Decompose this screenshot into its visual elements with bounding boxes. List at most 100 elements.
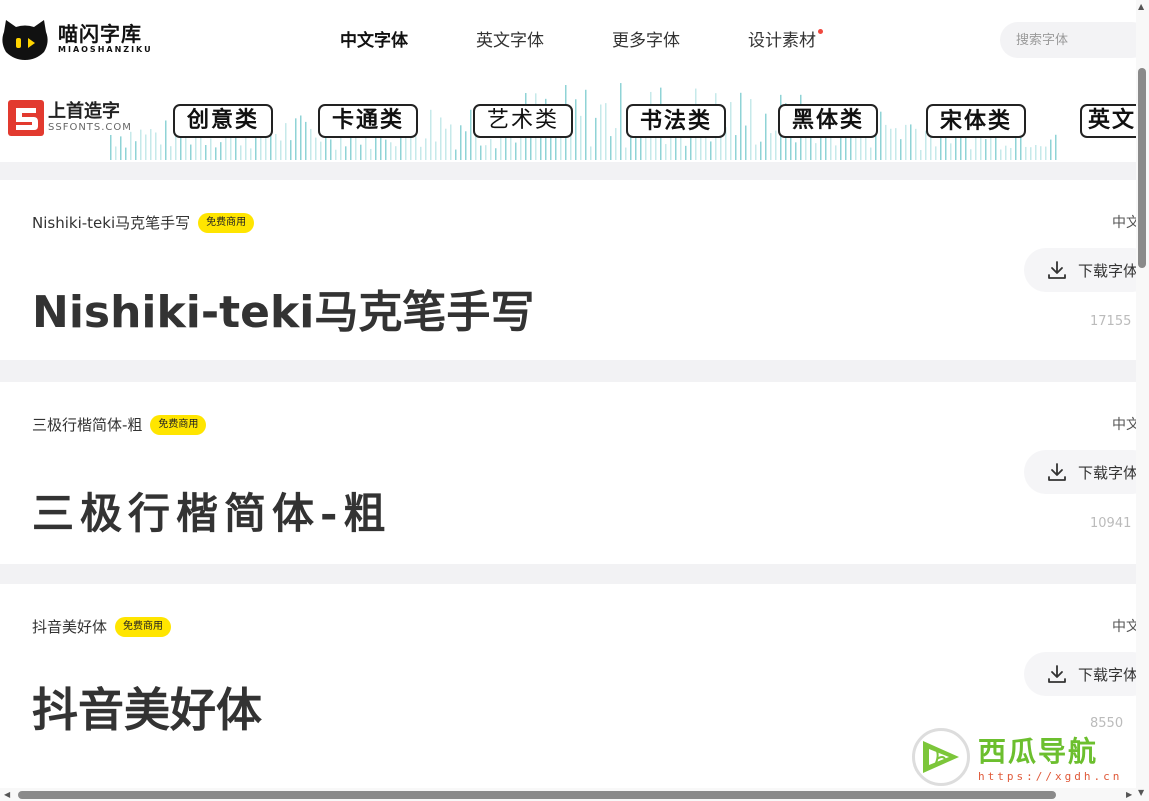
free-commercial-badge: 免费商用: [115, 616, 172, 637]
free-commercial-badge: 免费商用: [150, 414, 207, 435]
waveform-bar: [205, 145, 207, 160]
waveform-bar: [120, 136, 122, 160]
waveform-bar: [575, 99, 577, 160]
waveform-bar: [770, 133, 772, 160]
waveform-bar: [1045, 146, 1047, 160]
font-card[interactable]: Nishiki-teki马克笔手写 免费商用 Nishiki-teki马克笔手写…: [0, 180, 1149, 360]
category-creative[interactable]: 创意类: [173, 104, 273, 138]
waveform-bar: [150, 129, 152, 160]
ssfonts-logo[interactable]: 上首造字 SSFONTS.COM: [8, 100, 132, 136]
waveform-bar: [610, 136, 612, 160]
waveform-bar: [125, 147, 127, 160]
waveform-bar: [595, 117, 597, 160]
waveform-bar: [450, 124, 452, 160]
category-english[interactable]: 英文: [1080, 104, 1136, 138]
waveform-bar: [735, 135, 737, 160]
vertical-scrollbar[interactable]: ▲ ▼: [1136, 0, 1149, 801]
waveform-bar: [130, 131, 132, 160]
download-button[interactable]: 下载字体: [1024, 248, 1149, 292]
waveform-bar: [730, 102, 732, 160]
search-input[interactable]: [1000, 22, 1149, 58]
watermark-title: 西瓜导航: [978, 735, 1099, 768]
cat-logo-icon: [0, 18, 50, 60]
waveform-bar: [1010, 147, 1012, 160]
scroll-right-icon[interactable]: ▶: [1126, 790, 1132, 799]
waveform-bar: [220, 142, 222, 160]
download-icon: [1048, 665, 1066, 683]
waveform-bar: [750, 99, 752, 160]
category-calligraphy[interactable]: 书法类: [626, 104, 726, 138]
waveform-bar: [440, 117, 442, 160]
waveform-bar: [900, 139, 902, 160]
waveform-bar: [145, 134, 147, 160]
category-heiti[interactable]: 黑体类: [778, 104, 878, 138]
waveform-bar: [295, 118, 297, 160]
font-card[interactable]: 三极行楷简体-粗 免费商用 三极行楷简体-粗 中文 下载字体 10941: [0, 382, 1149, 564]
waveform-bar: [795, 142, 797, 160]
nav-english-fonts[interactable]: 英文字体: [476, 28, 544, 54]
waveform-bar: [890, 128, 892, 160]
nav-design-assets[interactable]: 设计素材: [748, 28, 823, 54]
download-button[interactable]: 下载字体: [1024, 652, 1149, 696]
category-art[interactable]: 艺术类: [473, 104, 573, 138]
category-cartoon[interactable]: 卡通类: [318, 104, 418, 138]
font-title: 三极行楷简体-粗 免费商用: [32, 414, 207, 435]
waveform-bar: [115, 146, 117, 160]
waveform-bar: [885, 124, 887, 160]
vertical-scroll-thumb[interactable]: [1138, 68, 1146, 268]
download-button[interactable]: 下载字体: [1024, 450, 1149, 494]
waveform-bar: [445, 128, 447, 160]
waveform-bar: [430, 109, 432, 160]
font-name[interactable]: Nishiki-teki马克笔手写: [32, 212, 190, 233]
nav-more-fonts[interactable]: 更多字体: [612, 28, 680, 54]
waveform-bar: [515, 142, 517, 160]
waveform-bar: [435, 141, 437, 160]
waveform-bar: [330, 139, 332, 160]
site-logo[interactable]: 喵闪字库 MIAOSHANZIKU: [0, 18, 153, 60]
waveform-bar: [480, 145, 482, 160]
waveform-bar: [415, 136, 417, 160]
waveform-bar: [935, 146, 937, 160]
nav-design-assets-label: 设计素材: [748, 31, 816, 51]
waveform-bar: [905, 124, 907, 160]
waveform-bar: [485, 145, 487, 160]
font-name[interactable]: 抖音美好体: [32, 616, 107, 637]
font-preview[interactable]: Nishiki-teki马克笔手写: [32, 276, 534, 340]
waveform-bar: [140, 129, 142, 160]
waveform-bar: [110, 134, 112, 160]
font-preview[interactable]: 三极行楷简体-粗: [32, 480, 391, 541]
waveform-bar: [585, 89, 587, 160]
waveform-bar: [160, 144, 162, 160]
horizontal-scrollbar[interactable]: ◀ ▶: [0, 788, 1136, 801]
scroll-up-icon[interactable]: ▲: [1138, 2, 1144, 11]
category-songti[interactable]: 宋体类: [926, 104, 1026, 138]
main-nav: 中文字体 英文字体 更多字体 设计素材: [336, 28, 884, 56]
horizontal-scroll-thumb[interactable]: [18, 791, 1056, 799]
waveform-bar: [345, 146, 347, 160]
waveform-bar: [455, 149, 457, 160]
waveform-bar: [895, 128, 897, 160]
scroll-left-icon[interactable]: ◀: [4, 790, 10, 799]
waveform-bar: [240, 145, 242, 160]
waveform-bar: [915, 128, 917, 160]
waveform-bar: [1055, 134, 1057, 160]
font-title: 抖音美好体 免费商用: [32, 616, 172, 637]
scroll-down-icon[interactable]: ▼: [1138, 788, 1144, 797]
waveform-bar: [835, 145, 837, 160]
waveform-bar: [815, 143, 817, 160]
waveform-bar: [630, 137, 632, 160]
waveform-bar: [620, 83, 622, 160]
waveform-bar: [335, 149, 337, 160]
font-preview[interactable]: 抖音美好体: [32, 674, 262, 740]
waveform-bar: [135, 141, 137, 160]
free-commercial-badge: 免费商用: [198, 212, 255, 233]
nav-chinese-fonts[interactable]: 中文字体: [336, 28, 412, 56]
font-name[interactable]: 三极行楷简体-粗: [32, 414, 142, 435]
waveform-bar: [180, 136, 182, 160]
waveform-bar: [360, 144, 362, 160]
waveform-bar: [280, 140, 282, 160]
waveform-bar: [1035, 145, 1037, 160]
waveform-bar: [880, 111, 882, 160]
waveform-bar: [920, 149, 922, 160]
watermark-url: https://xgdh.cn: [978, 770, 1123, 783]
